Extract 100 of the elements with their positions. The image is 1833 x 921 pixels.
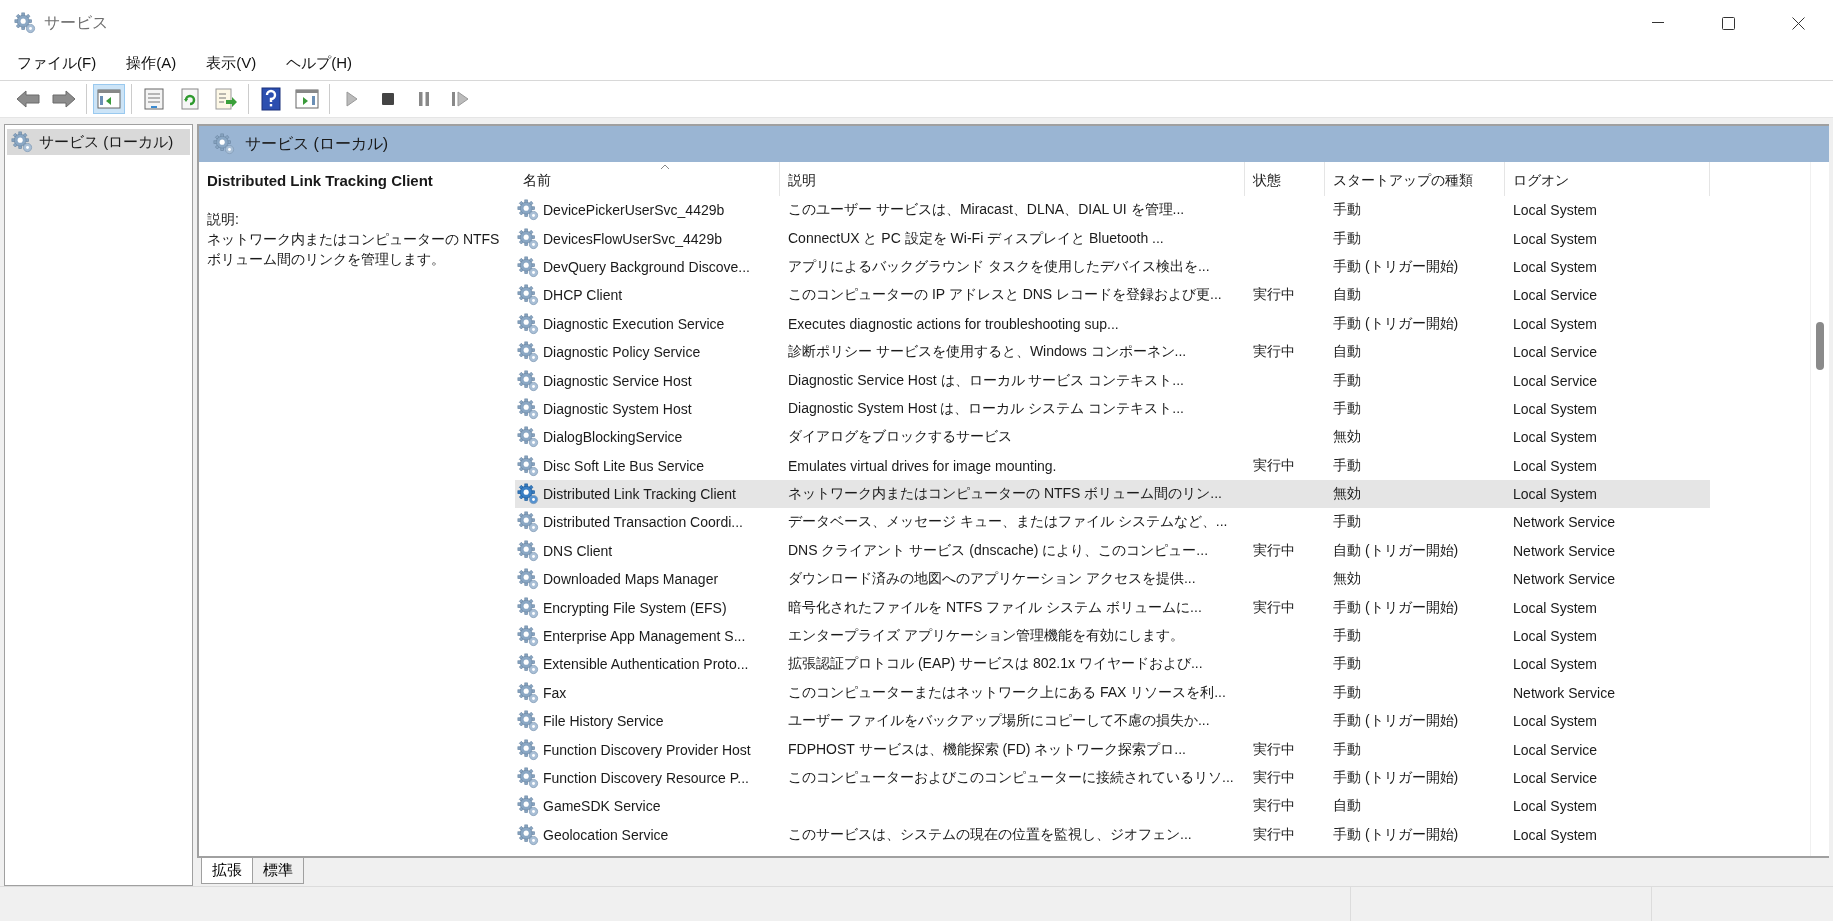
- refresh-icon: [179, 88, 201, 110]
- startup-type: 無効: [1333, 485, 1361, 502]
- service-row[interactable]: Disc Soft Lite Bus Service Emulates virtual drives for image mounting. 実行中 手動 Local System: [515, 451, 1710, 480]
- menu-item[interactable]: 表示(V): [197, 49, 266, 77]
- service-name: Distributed Transaction Coordi...: [543, 514, 743, 531]
- stop-icon: [381, 92, 395, 106]
- logon-account: Local System: [1513, 656, 1598, 673]
- gear-icon: [517, 426, 539, 449]
- service-row[interactable]: DHCP Client このコンピューターの IP アドレスと DNS レコードを登録および更... 実行中 自動 Local Service: [515, 281, 1710, 310]
- gear-icon: [517, 539, 539, 562]
- service-name: DevicePickerUserSvc_4429b: [543, 202, 725, 219]
- logon-account: Local Service: [1513, 741, 1598, 758]
- column-header[interactable]: 説明: [780, 162, 1245, 196]
- service-row[interactable]: Function Discovery Provider Host FDPHOST サービスは、機能探索 (FD) ネットワーク探索プロ... 実行中 手動 Local Service: [515, 735, 1710, 764]
- service-row[interactable]: Extensible Authentication Proto... 拡張認証プロトコル (EAP) サービスは 802.1x ワイヤードおよび... 手動 Local System: [515, 650, 1710, 679]
- export-list-icon: [214, 88, 238, 110]
- service-status: 実行中: [1253, 286, 1295, 303]
- logon-account: Local System: [1513, 713, 1598, 730]
- gear-icon: [517, 255, 539, 278]
- service-name: DevicesFlowUserSvc_4429b: [543, 230, 722, 247]
- startup-type: 手動: [1333, 513, 1361, 530]
- column-header[interactable]: スタートアップの種類: [1325, 162, 1505, 196]
- startup-type: 自動: [1333, 286, 1361, 303]
- service-row[interactable]: DevicesFlowUserSvc_4429b ConnectUX と PC 設定を Wi-Fi ディスプレイと Bluetooth ... 手動 Local System: [515, 224, 1710, 253]
- scrollbar-thumb[interactable]: [1816, 322, 1824, 370]
- logon-account: Local Service: [1513, 287, 1598, 304]
- service-row[interactable]: DialogBlockingService ダイアログをブロックするサービス 無効 Local System: [515, 423, 1710, 452]
- service-row[interactable]: Diagnostic Service Host Diagnostic Service Host は、ローカル サービス コンテキスト... 手動 Local Service: [515, 366, 1710, 395]
- description-label: 説明:: [207, 210, 240, 229]
- service-name: Enterprise App Management S...: [543, 628, 746, 645]
- startup-type: 手動 (トリガー開始): [1333, 712, 1459, 729]
- startup-type: 自動: [1333, 797, 1361, 814]
- service-description: DNS クライアント サービス (dnscache) により、このコンピュー...: [788, 541, 1209, 558]
- service-row[interactable]: Function Discovery Resource P... このコンピューターおよびこのコンピューターに接続されているリソ... 実行中 手動 (トリガー開始) Local Service: [515, 763, 1710, 793]
- service-description: このユーザー サービスは、Miracast、DLNA、DIAL UI を管理...: [788, 201, 1185, 218]
- service-description: ダウンロード済みの地図へのアプリケーション アクセスを提供...: [788, 570, 1196, 587]
- service-description: ダイアログをブロックするサービス: [788, 428, 1012, 445]
- startup-type: 手動 (トリガー開始): [1333, 314, 1459, 331]
- service-row[interactable]: Diagnostic Execution Service Executes diagnostic actions for troubleshooting sup... 手動 (トリガー開始) Local System: [515, 309, 1710, 338]
- service-description: ユーザー ファイルをバックアップ場所にコピーして不慮の損失か...: [788, 712, 1210, 729]
- gear-icon: [517, 795, 539, 818]
- menu-item[interactable]: ヘルプ(H): [277, 49, 361, 77]
- tree-item[interactable]: サービス (ローカル): [7, 129, 190, 155]
- service-description: 診断ポリシー サービスを使用すると、Windows コンポーネン...: [788, 343, 1187, 360]
- service-row[interactable]: GameSDK Service 実行中 自動 Local System: [515, 792, 1710, 821]
- gear-icon: [517, 653, 539, 676]
- column-header[interactable]: ログオン: [1505, 162, 1710, 196]
- logon-account: Local System: [1513, 230, 1598, 247]
- gear-icon: [517, 823, 539, 846]
- logon-account: Local System: [1513, 400, 1598, 417]
- startup-type: 無効: [1333, 428, 1361, 445]
- service-row[interactable]: Downloaded Maps Manager ダウンロード済みの地図へのアプリケーション アクセスを提供... 無効 Network Service: [515, 565, 1710, 594]
- logon-account: Local System: [1513, 628, 1598, 645]
- logon-account: Local System: [1513, 315, 1598, 332]
- window-title: サービス: [44, 12, 109, 33]
- service-row[interactable]: File History Service ユーザー ファイルをバックアップ場所にコピーして不慮の損失か... 手動 (トリガー開始) Local System: [515, 707, 1710, 736]
- service-description: FDPHOST サービスは、機能探索 (FD) ネットワーク探索プロ...: [788, 740, 1186, 757]
- service-name: Diagnostic Execution Service: [543, 315, 725, 332]
- service-name: Diagnostic Service Host: [543, 372, 692, 389]
- service-description: エンタープライズ アプリケーション管理機能を有効にします。: [788, 627, 1184, 644]
- startup-type: 手動: [1333, 229, 1361, 246]
- service-name: DNS Client: [543, 542, 613, 559]
- service-title: Distributed Link Tracking Client: [207, 172, 434, 189]
- view-tab[interactable]: 標準: [252, 858, 304, 884]
- resume-icon: [451, 91, 469, 107]
- window-pane-icon: [295, 89, 319, 109]
- view-tab[interactable]: 拡張: [201, 858, 253, 884]
- service-row[interactable]: Encrypting File System (EFS) 暗号化されたファイルを NTFS ファイル システム ボリュームに... 実行中 手動 (トリガー開始) Local System: [515, 593, 1710, 622]
- gear-icon: [517, 511, 539, 534]
- service-status: 実行中: [1253, 797, 1295, 814]
- logon-account: Local System: [1513, 202, 1598, 219]
- startup-type: 手動: [1333, 740, 1361, 757]
- service-row[interactable]: DevQuery Background Discove... アプリによるバックグラウンド タスクを使用したデバイス検出を... 手動 (トリガー開始) Local System: [515, 252, 1710, 282]
- gear-icon: [213, 133, 235, 155]
- pause-icon: [417, 91, 431, 107]
- service-row[interactable]: Distributed Link Tracking Client ネットワーク内またはコンピューターの NTFS ボリューム間のリン... 無効 Local System: [515, 479, 1710, 509]
- service-status: 実行中: [1253, 456, 1295, 473]
- service-row[interactable]: Fax このコンピューターまたはネットワーク上にある FAX リソースを利... 手動 Network Service: [515, 678, 1710, 708]
- service-row[interactable]: Diagnostic System Host Diagnostic System Host は、ローカル システム コンテキスト... 手動 Local System: [515, 394, 1710, 424]
- service-row[interactable]: Enterprise App Management S... エンタープライズ アプリケーション管理機能を有効にします。 手動 Local System: [515, 621, 1710, 651]
- column-header[interactable]: 状態: [1245, 162, 1325, 196]
- startup-type: 手動: [1333, 627, 1361, 644]
- service-row[interactable]: DNS Client DNS クライアント サービス (dnscache) により、このコンピュー... 実行中 自動 (トリガー開始) Network Service: [515, 536, 1710, 566]
- logon-account: Local System: [1513, 258, 1598, 275]
- service-description: このコンピューターの IP アドレスと DNS レコードを登録および更...: [788, 286, 1222, 303]
- column-header[interactable]: 名前: [515, 162, 780, 196]
- service-row[interactable]: Diagnostic Policy Service 診断ポリシー サービスを使用すると、Windows コンポーネン... 実行中 自動 Local Service: [515, 337, 1710, 367]
- service-row[interactable]: Distributed Transaction Coordi... データベース、メッセージ キュー、またはファイル システムなど、... 手動 Network Service: [515, 508, 1710, 537]
- logon-account: Local System: [1513, 599, 1598, 616]
- menu-item[interactable]: 操作(A): [117, 49, 186, 77]
- service-description: Diagnostic System Host は、ローカル システム コンテキスト...: [788, 399, 1184, 416]
- service-row[interactable]: DevicePickerUserSvc_4429b このユーザー サービスは、Miracast、DLNA、DIAL UI を管理... 手動 Local System: [515, 196, 1710, 225]
- menu-item[interactable]: ファイル(F): [8, 49, 106, 77]
- service-row[interactable]: Geolocation Service このサービスは、システムの現在の位置を監視し、ジオフェン... 実行中 手動 (トリガー開始) Local System: [515, 820, 1710, 849]
- pane-title: サービス (ローカル): [245, 133, 389, 154]
- gear-icon: [14, 12, 36, 34]
- service-name: Function Discovery Resource P...: [543, 770, 749, 786]
- description-text: ネットワーク内またはコンピューターの NTFS ボリューム間のリンクを管理します。: [207, 230, 501, 269]
- gear-icon: [517, 369, 539, 392]
- service-status: 実行中: [1253, 769, 1295, 785]
